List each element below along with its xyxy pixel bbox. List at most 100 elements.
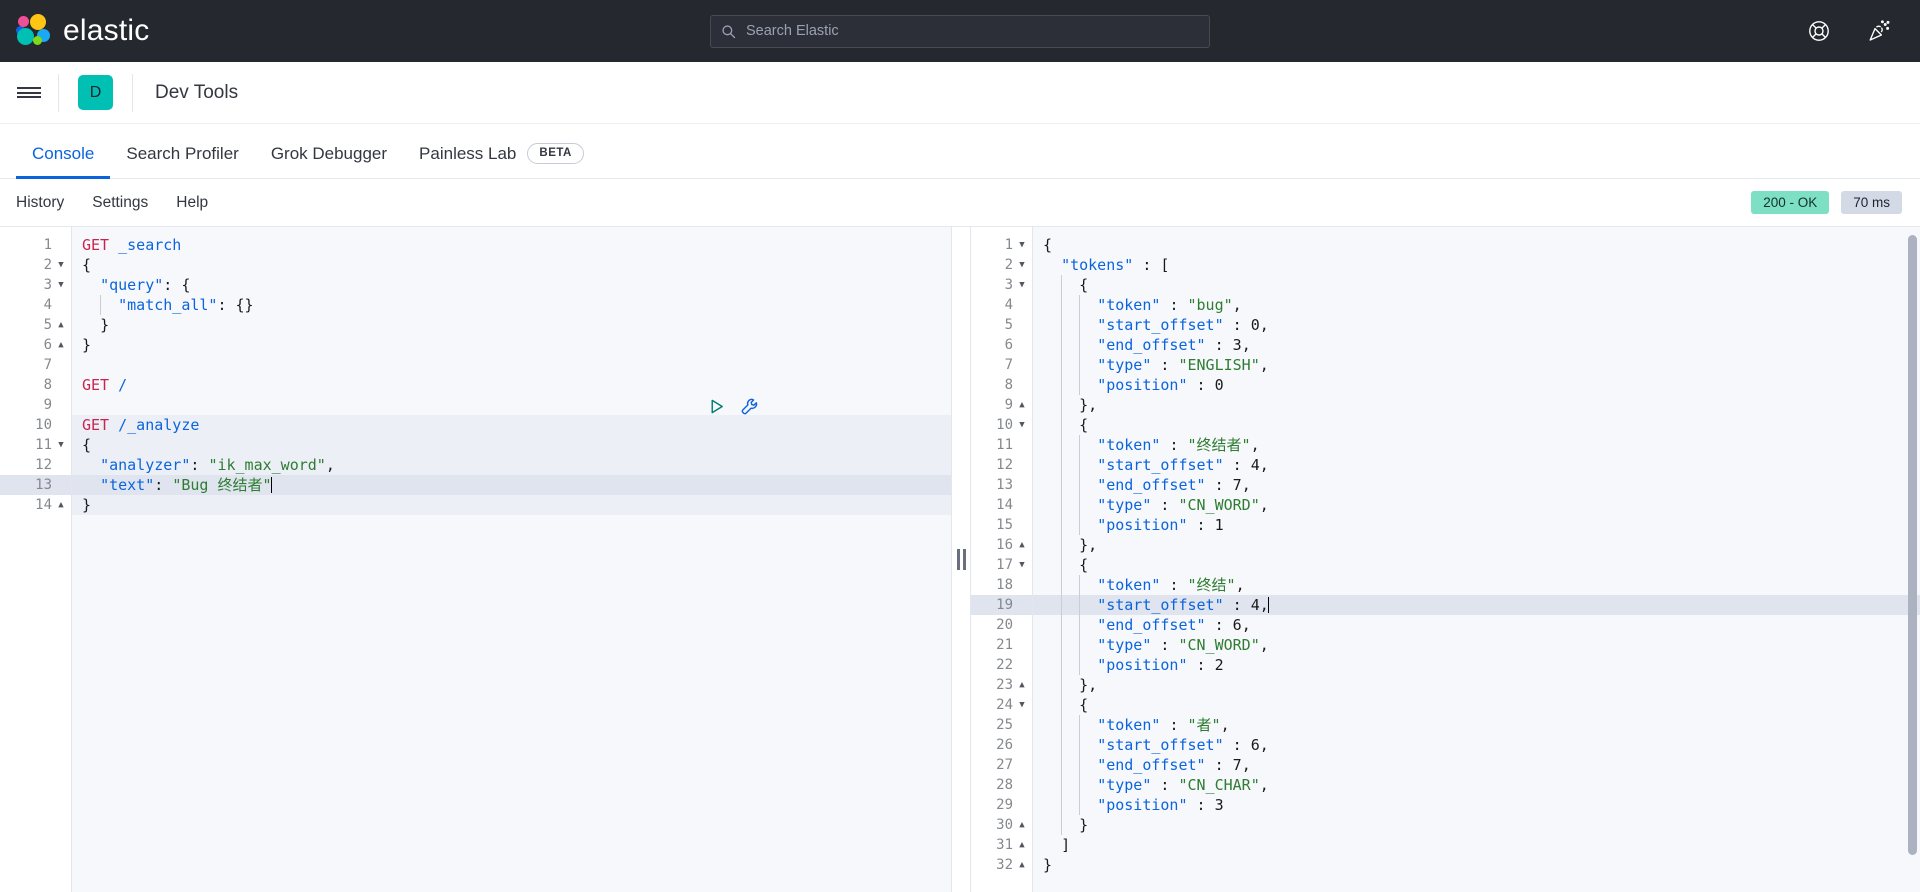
- response-code-area[interactable]: 1 ▼ 2 ▼ 3 ▼ 4 5 6 7 8 9 ▲ 10 ▼ 11 12 13 14 15 16 ▲ 17 ▼ 18 19 20 21…: [971, 227, 1920, 892]
- code-line[interactable]: }: [1033, 815, 1920, 835]
- whats-new-party-icon[interactable]: [1866, 18, 1892, 44]
- code-line[interactable]: "type" : "CN_WORD",: [1033, 495, 1920, 515]
- console-menu-history[interactable]: History: [16, 194, 64, 212]
- code-line[interactable]: }: [72, 335, 951, 355]
- fold-down-icon[interactable]: ▼: [1018, 420, 1026, 430]
- line-number: 6 ▲: [43, 337, 65, 353]
- line-number: 15: [996, 517, 1013, 533]
- code-line[interactable]: "type" : "ENGLISH",: [1033, 355, 1920, 375]
- console-menu-help[interactable]: Help: [176, 194, 208, 212]
- code-line[interactable]: "match_all": {}: [72, 295, 951, 315]
- code-line[interactable]: "start_offset" : 4,: [1033, 595, 1920, 615]
- fold-down-icon[interactable]: ▼: [57, 280, 65, 290]
- tab-search-profiler[interactable]: Search Profiler: [110, 144, 254, 178]
- code-line[interactable]: {: [72, 435, 951, 455]
- line-number: 26: [996, 737, 1013, 753]
- fold-down-icon[interactable]: ▼: [1018, 280, 1026, 290]
- elastic-brand[interactable]: elastic: [0, 14, 149, 48]
- code-line[interactable]: "position" : 2: [1033, 655, 1920, 675]
- request-gutter[interactable]: 1 2 ▼ 3 ▼ 4 5 ▲ 6 ▲ 7 8 9 10 11 ▼ 12 13 14 ▲: [0, 227, 72, 892]
- help-lifebuoy-icon[interactable]: [1806, 18, 1832, 44]
- code-line[interactable]: },: [1033, 675, 1920, 695]
- request-code-lines[interactable]: GET _search{ "query": { "match_all": {} …: [72, 227, 951, 892]
- play-triangle-icon[interactable]: [707, 397, 726, 416]
- line-number: 25: [996, 717, 1013, 733]
- code-line[interactable]: "analyzer": "ik_max_word",: [72, 455, 951, 475]
- line-number: 27: [996, 757, 1013, 773]
- request-pane: 1 2 ▼ 3 ▼ 4 5 ▲ 6 ▲ 7 8 9 10 11 ▼ 12 13 14 ▲ GET _search{ "…: [0, 227, 952, 892]
- code-line[interactable]: }: [72, 315, 951, 335]
- fold-up-icon[interactable]: ▲: [57, 500, 65, 510]
- fold-down-icon[interactable]: ▼: [1018, 700, 1026, 710]
- code-line[interactable]: "end_offset" : 3,: [1033, 335, 1920, 355]
- response-vertical-scrollbar[interactable]: [1908, 235, 1917, 855]
- code-line[interactable]: [72, 395, 951, 415]
- fold-up-icon[interactable]: ▲: [1018, 840, 1026, 850]
- code-line[interactable]: {: [1033, 695, 1920, 715]
- line-number: 11: [996, 437, 1013, 453]
- fold-down-icon[interactable]: ▼: [1018, 560, 1026, 570]
- code-line[interactable]: }: [72, 495, 951, 515]
- code-line[interactable]: ]: [1033, 835, 1920, 855]
- code-line[interactable]: "token" : "终结",: [1033, 575, 1920, 595]
- code-line[interactable]: "type" : "CN_CHAR",: [1033, 775, 1920, 795]
- fold-up-icon[interactable]: ▲: [1018, 820, 1026, 830]
- code-line[interactable]: },: [1033, 535, 1920, 555]
- code-line[interactable]: GET /_analyze: [72, 415, 951, 435]
- fold-down-icon[interactable]: ▼: [1018, 260, 1026, 270]
- code-line[interactable]: "type" : "CN_WORD",: [1033, 635, 1920, 655]
- code-line[interactable]: "position" : 0: [1033, 375, 1920, 395]
- code-line[interactable]: "start_offset" : 4,: [1033, 455, 1920, 475]
- request-code-area[interactable]: 1 2 ▼ 3 ▼ 4 5 ▲ 6 ▲ 7 8 9 10 11 ▼ 12 13 14 ▲ GET _search{ "…: [0, 227, 951, 892]
- line-number: 16 ▲: [996, 537, 1026, 553]
- code-line[interactable]: {: [1033, 235, 1920, 255]
- elastic-logo-icon: [16, 14, 50, 48]
- global-search-box[interactable]: [710, 14, 1210, 48]
- fold-up-icon[interactable]: ▲: [1018, 860, 1026, 870]
- response-code-lines[interactable]: { "tokens" : [ { "token" : "bug", "start…: [1033, 227, 1920, 892]
- fold-up-icon[interactable]: ▲: [1018, 400, 1026, 410]
- code-line[interactable]: [72, 355, 951, 375]
- global-search-container: [710, 14, 1210, 48]
- code-line[interactable]: }: [1033, 855, 1920, 875]
- code-line[interactable]: "token" : "者",: [1033, 715, 1920, 735]
- fold-up-icon[interactable]: ▲: [57, 320, 65, 330]
- fold-down-icon[interactable]: ▼: [57, 260, 65, 270]
- code-line[interactable]: "query": {: [72, 275, 951, 295]
- code-line[interactable]: "start_offset" : 0,: [1033, 315, 1920, 335]
- code-line[interactable]: "text": "Bug 终结者": [72, 475, 951, 495]
- fold-up-icon[interactable]: ▲: [1018, 540, 1026, 550]
- code-line[interactable]: "token" : "终结者",: [1033, 435, 1920, 455]
- code-line[interactable]: GET /: [72, 375, 951, 395]
- code-line[interactable]: },: [1033, 395, 1920, 415]
- code-line[interactable]: "position" : 3: [1033, 795, 1920, 815]
- hamburger-menu-icon[interactable]: [0, 62, 58, 124]
- fold-down-icon[interactable]: ▼: [1018, 240, 1026, 250]
- wrench-icon[interactable]: [740, 397, 759, 416]
- line-number: 13: [0, 475, 71, 495]
- tab-painless-lab[interactable]: Painless Lab BETA: [403, 143, 600, 178]
- code-line[interactable]: {: [1033, 275, 1920, 295]
- code-line[interactable]: "token" : "bug",: [1033, 295, 1920, 315]
- code-line[interactable]: {: [1033, 415, 1920, 435]
- fold-down-icon[interactable]: ▼: [57, 440, 65, 450]
- search-input[interactable]: [746, 23, 1199, 39]
- tab-grok-debugger[interactable]: Grok Debugger: [255, 144, 403, 178]
- code-line[interactable]: "end_offset" : 7,: [1033, 755, 1920, 775]
- console-menu-settings[interactable]: Settings: [92, 194, 148, 212]
- code-line[interactable]: "position" : 1: [1033, 515, 1920, 535]
- line-number: 14: [996, 497, 1013, 513]
- code-line[interactable]: {: [72, 255, 951, 275]
- response-gutter[interactable]: 1 ▼ 2 ▼ 3 ▼ 4 5 6 7 8 9 ▲ 10 ▼ 11 12 13 14 15 16 ▲ 17 ▼ 18 19 20 21…: [971, 227, 1033, 892]
- code-line[interactable]: "end_offset" : 7,: [1033, 475, 1920, 495]
- space-avatar[interactable]: D: [78, 75, 113, 110]
- code-line[interactable]: "start_offset" : 6,: [1033, 735, 1920, 755]
- code-line[interactable]: GET _search: [72, 235, 951, 255]
- fold-up-icon[interactable]: ▲: [1018, 680, 1026, 690]
- pane-splitter[interactable]: [952, 227, 970, 892]
- code-line[interactable]: "end_offset" : 6,: [1033, 615, 1920, 635]
- tab-console[interactable]: Console: [16, 144, 111, 179]
- code-line[interactable]: "tokens" : [: [1033, 255, 1920, 275]
- code-line[interactable]: {: [1033, 555, 1920, 575]
- fold-up-icon[interactable]: ▲: [57, 340, 65, 350]
